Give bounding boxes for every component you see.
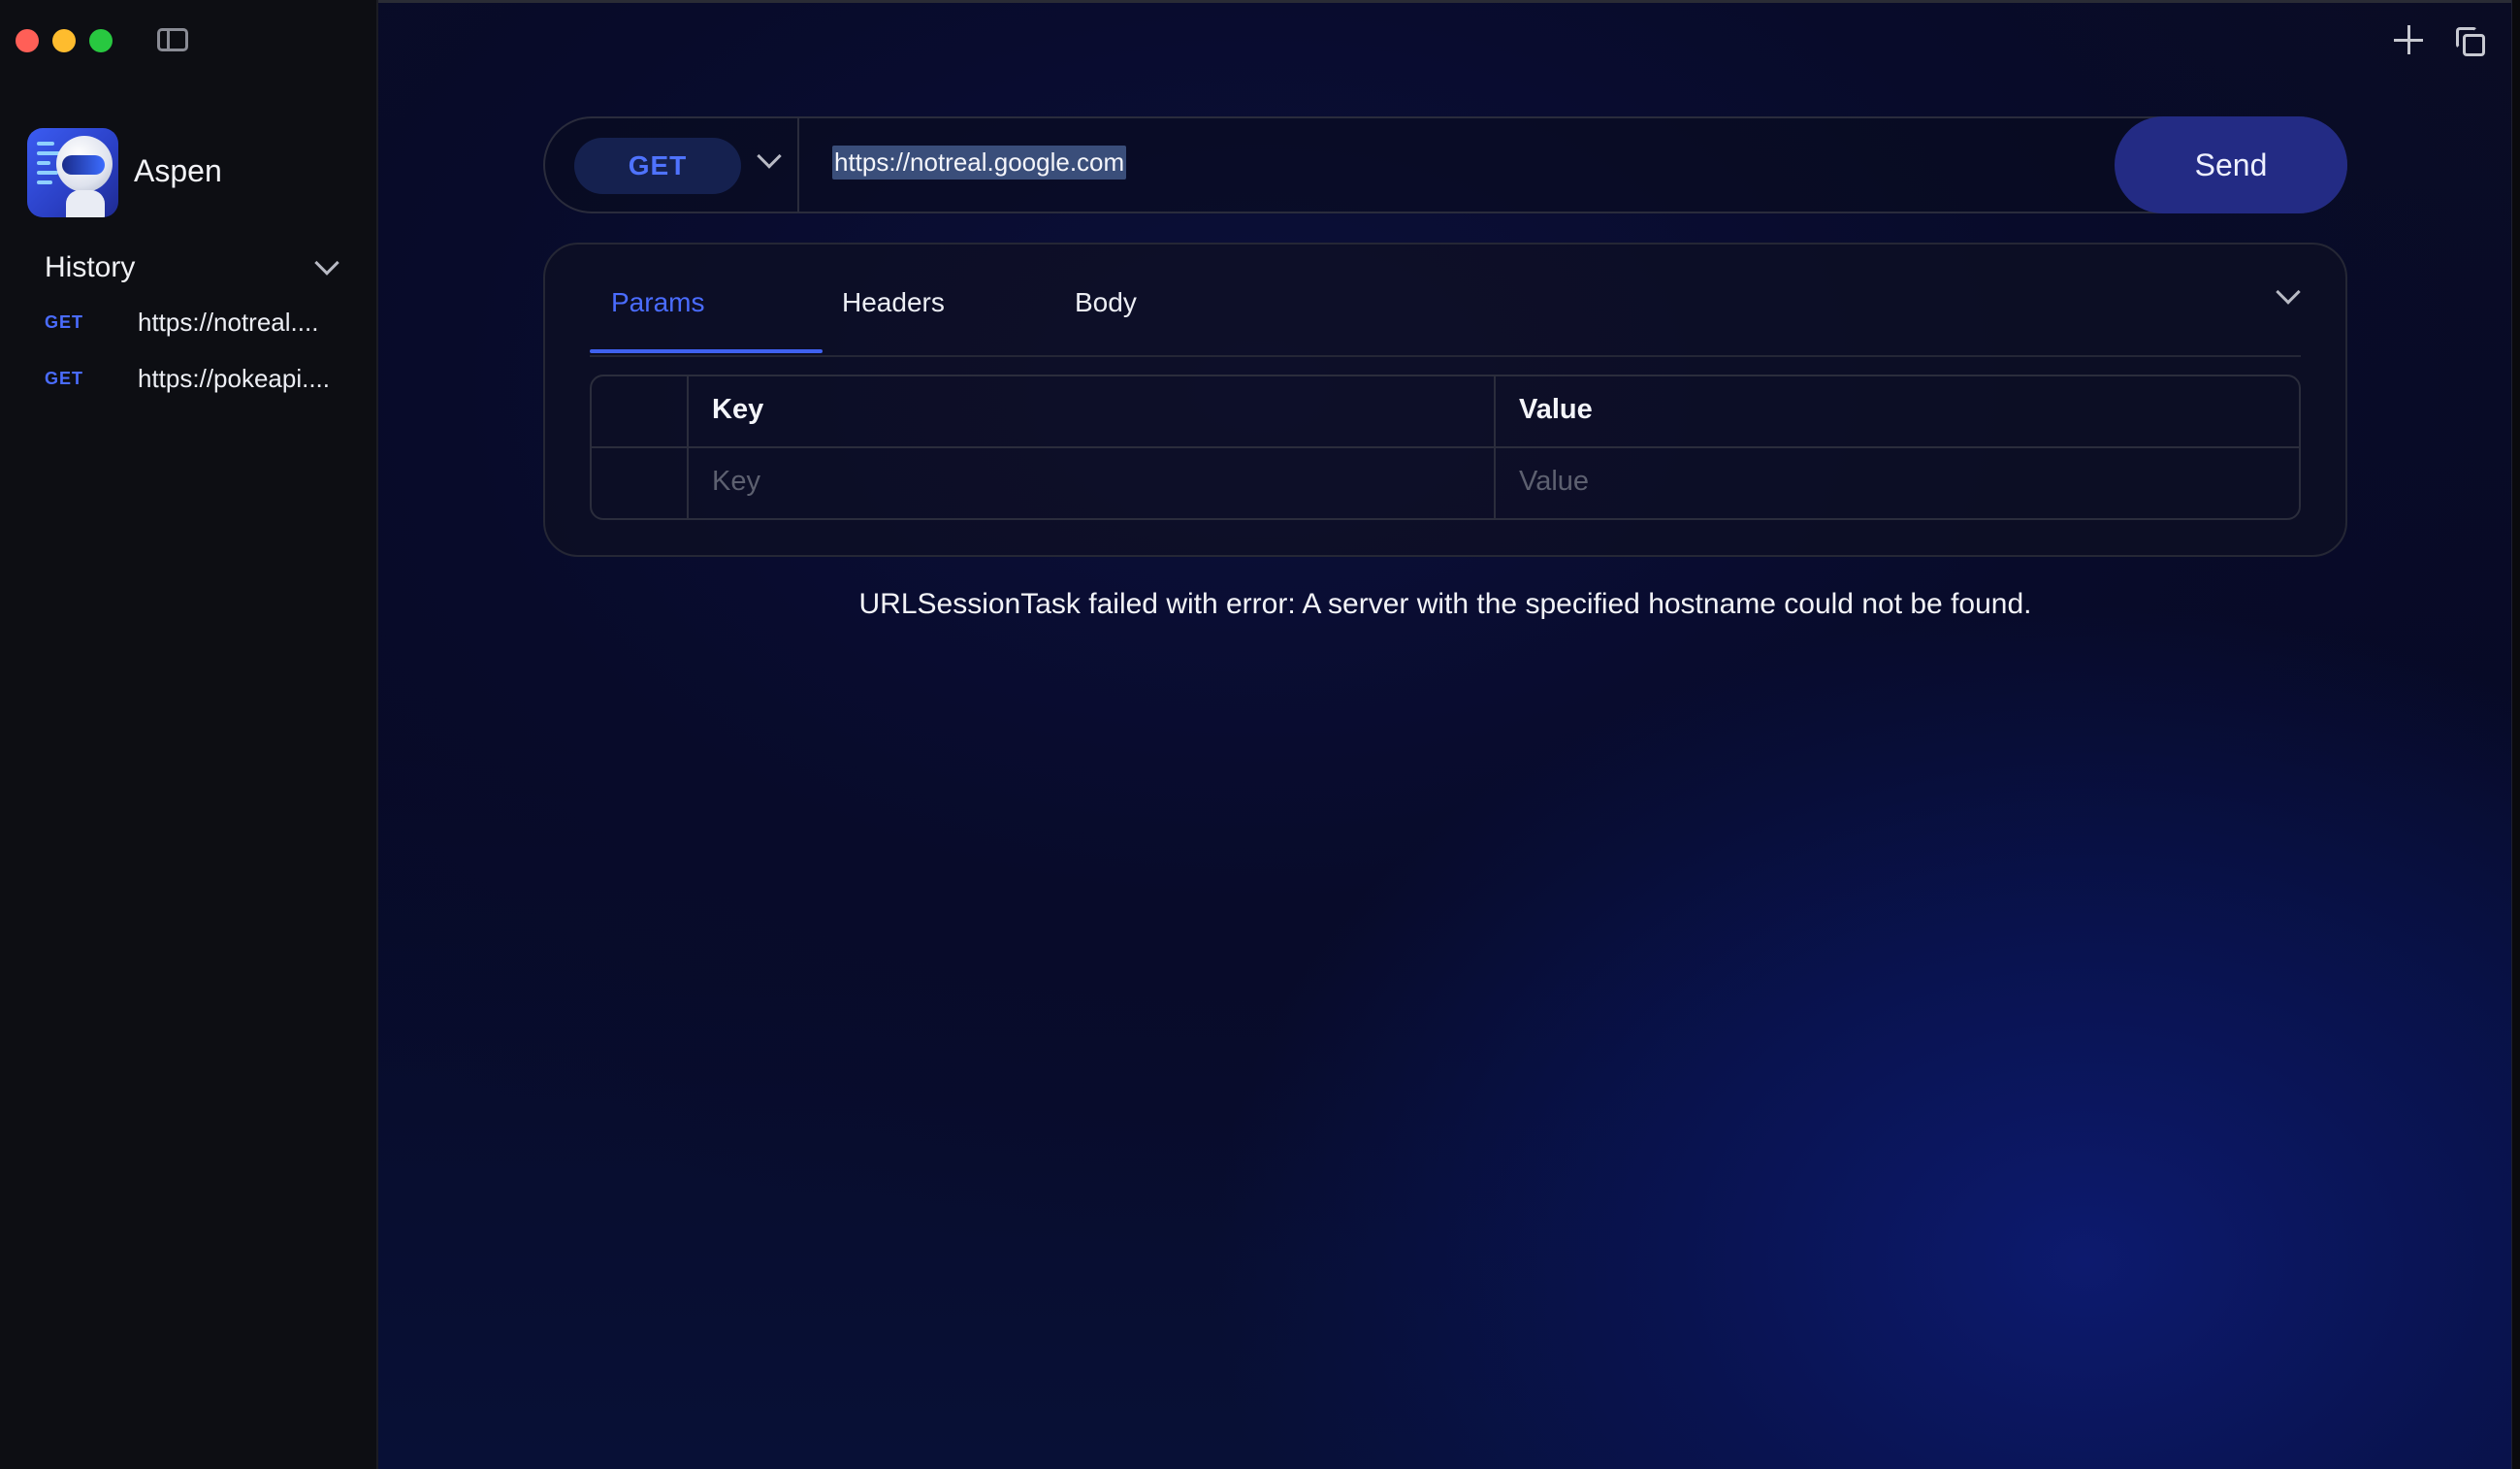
divider [590,355,2301,357]
plus-icon[interactable] [2394,25,2423,54]
error-message: URLSessionTask failed with error: A serv… [858,588,2032,620]
active-tab-indicator [590,349,823,353]
divider [797,118,799,212]
sidebar-toggle-icon[interactable] [157,28,188,51]
tab-params[interactable]: Params [611,287,704,318]
logo-robot-visor [62,155,105,175]
window-controls [16,29,113,52]
value-column-header: Value [1519,394,1593,425]
table-header-value-cell: Value [1496,376,2299,446]
tab-body[interactable]: Body [1075,287,1137,318]
chevron-down-icon[interactable] [2276,279,2301,305]
method-selector[interactable]: GET [574,138,741,194]
param-value-field[interactable]: Value [1496,448,2299,518]
url-input[interactable]: https://notreal.google.com [832,146,1127,180]
request-options-panel: Params Headers Body Key Value Key Value [543,243,2347,557]
param-key-field[interactable]: Key [689,448,1496,518]
table-header-row: Key Value [592,376,2299,448]
sidebar: Aspen History GET https://notreal.... GE… [0,0,378,1469]
history-title: History [45,251,136,283]
close-window-button[interactable] [16,29,39,52]
history-item-url: https://notreal.... [138,307,319,337]
app-logo [27,128,118,217]
history-item[interactable]: GET https://notreal.... [45,301,345,343]
duplicate-icon[interactable] [2456,27,2485,56]
request-bar: GET https://notreal.google.com Send [543,116,2347,213]
param-value-placeholder: Value [1519,466,1590,497]
zoom-window-button[interactable] [89,29,113,52]
adjacent-window-edge [2511,0,2520,1469]
param-key-placeholder: Key [712,466,760,497]
tab-headers[interactable]: Headers [842,287,945,318]
chevron-down-icon[interactable] [757,144,782,169]
table-row: Key Value [592,448,2299,518]
params-table: Key Value Key Value [590,375,2301,520]
table-header-key-cell: Key [689,376,1496,446]
history-item[interactable]: GET https://pokeapi.... [45,357,345,400]
history-item-url: https://pokeapi.... [138,363,331,393]
logo-robot-body [66,190,105,217]
app-name: Aspen [134,153,222,188]
row-select-checkbox[interactable] [592,448,689,518]
minimize-window-button[interactable] [52,29,76,52]
history-item-method: GET [45,311,84,332]
key-column-header: Key [712,394,764,425]
chevron-down-icon[interactable] [314,250,339,276]
history-item-method: GET [45,368,84,388]
send-button[interactable]: Send [2115,116,2347,213]
table-select-column [592,376,689,446]
history-section-header[interactable]: History [45,248,345,287]
app-window: Aspen History GET https://notreal.... GE… [0,0,2520,1469]
